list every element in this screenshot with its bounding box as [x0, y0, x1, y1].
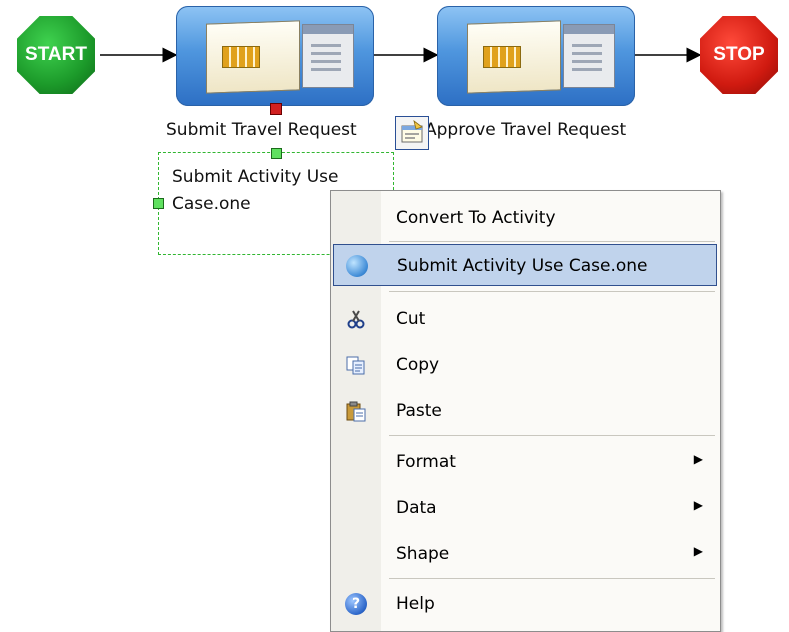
- menu-item-help[interactable]: ? Help: [333, 583, 717, 625]
- menu-item-label: Copy: [396, 355, 440, 375]
- menu-separator: [389, 578, 715, 579]
- menu-item-label: Format: [396, 452, 456, 472]
- link-icon: [346, 255, 368, 277]
- rotation-handle[interactable]: [271, 148, 282, 159]
- cut-icon: [347, 310, 365, 329]
- menu-item-cut[interactable]: Cut: [333, 298, 717, 340]
- activity-label-submit: Submit Travel Request: [166, 120, 357, 140]
- menu-separator: [389, 291, 715, 292]
- submenu-arrow-icon: ▶: [693, 498, 703, 512]
- start-terminator[interactable]: START: [17, 16, 95, 94]
- menu-item-data[interactable]: Data ▶: [333, 487, 717, 529]
- resize-handle-left[interactable]: [153, 198, 164, 209]
- activity-submit-travel-request[interactable]: [176, 6, 374, 106]
- menu-item-label: Data: [396, 498, 437, 518]
- selected-shape-text-line1: Submit Activity Use: [172, 167, 339, 187]
- menu-item-shape[interactable]: Shape ▶: [333, 533, 717, 575]
- activity-label-approve: Approve Travel Request: [425, 120, 627, 140]
- document-lines-graphic: [572, 44, 602, 76]
- help-icon: ?: [345, 593, 367, 615]
- stop-terminator[interactable]: STOP: [700, 16, 778, 94]
- chart-graphic: [222, 46, 260, 68]
- menu-item-label: Help: [396, 594, 435, 614]
- activity-approve-travel-request[interactable]: [437, 6, 635, 106]
- menu-item-label: Cut: [396, 309, 426, 329]
- connection-handle[interactable]: [270, 103, 282, 115]
- menu-item-convert-to-activity[interactable]: Convert To Activity: [333, 197, 717, 239]
- menu-item-copy[interactable]: Copy: [333, 344, 717, 386]
- chart-graphic: [483, 46, 521, 68]
- shape-data-icon[interactable]: [395, 116, 429, 150]
- menu-item-submit-activity-use-case[interactable]: Submit Activity Use Case.one: [333, 244, 717, 286]
- context-menu: Convert To Activity Submit Activity Use …: [330, 190, 721, 632]
- menu-item-paste[interactable]: Paste: [333, 390, 717, 432]
- paste-icon: [346, 401, 366, 422]
- selected-shape-text-line2: Case.one: [172, 194, 251, 214]
- menu-item-format[interactable]: Format ▶: [333, 441, 717, 483]
- stop-label: STOP: [713, 44, 765, 65]
- start-label: START: [25, 44, 87, 65]
- menu-item-label: Paste: [396, 401, 442, 421]
- menu-item-label: Shape: [396, 544, 450, 564]
- document-lines-graphic: [311, 44, 341, 76]
- menu-separator: [389, 435, 715, 436]
- submenu-arrow-icon: ▶: [693, 452, 703, 466]
- menu-item-label: Submit Activity Use Case.one: [397, 256, 648, 276]
- menu-separator: [389, 241, 715, 242]
- menu-item-label: Convert To Activity: [396, 208, 556, 228]
- copy-icon: [346, 356, 365, 375]
- submenu-arrow-icon: ▶: [693, 544, 703, 558]
